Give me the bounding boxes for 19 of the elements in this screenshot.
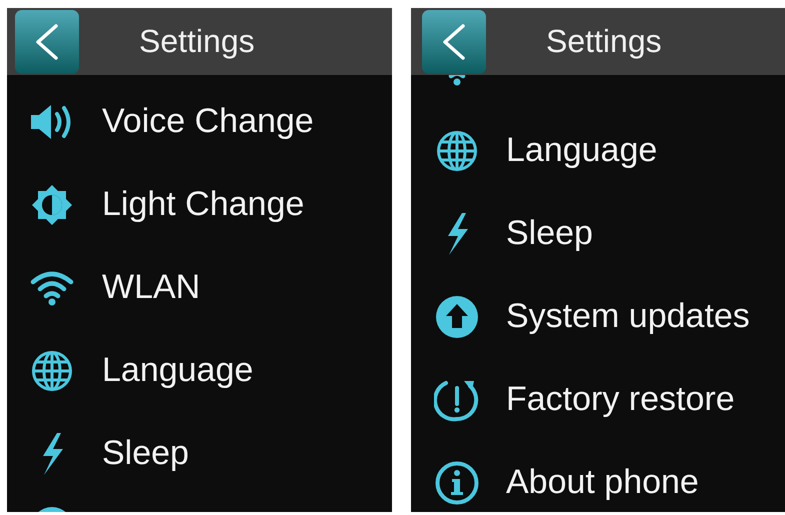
settings-item[interactable]: Factory restore (411, 358, 785, 441)
info-icon (435, 460, 479, 504)
brightness-icon (31, 184, 73, 226)
screen-title: Settings (139, 23, 255, 60)
settings-item[interactable]: WLAN (7, 246, 392, 329)
settings-item[interactable]: Light Change (7, 163, 392, 246)
wifi-icon (30, 270, 74, 306)
settings-item[interactable]: Voice Change (7, 80, 392, 163)
settings-item[interactable]: Sleep (411, 192, 785, 275)
globe-icon (31, 350, 73, 392)
globe-icon (436, 130, 478, 172)
settings-item[interactable]: About phone (411, 441, 785, 512)
settings-item[interactable]: Language (7, 329, 392, 412)
screen-title: Settings (546, 23, 662, 60)
settings-item[interactable]: Language (411, 109, 785, 192)
settings-item[interactable]: Sleep (7, 412, 392, 495)
back-button[interactable] (15, 10, 79, 74)
settings-item[interactable]: System updates (411, 275, 785, 358)
back-button[interactable] (422, 10, 486, 74)
